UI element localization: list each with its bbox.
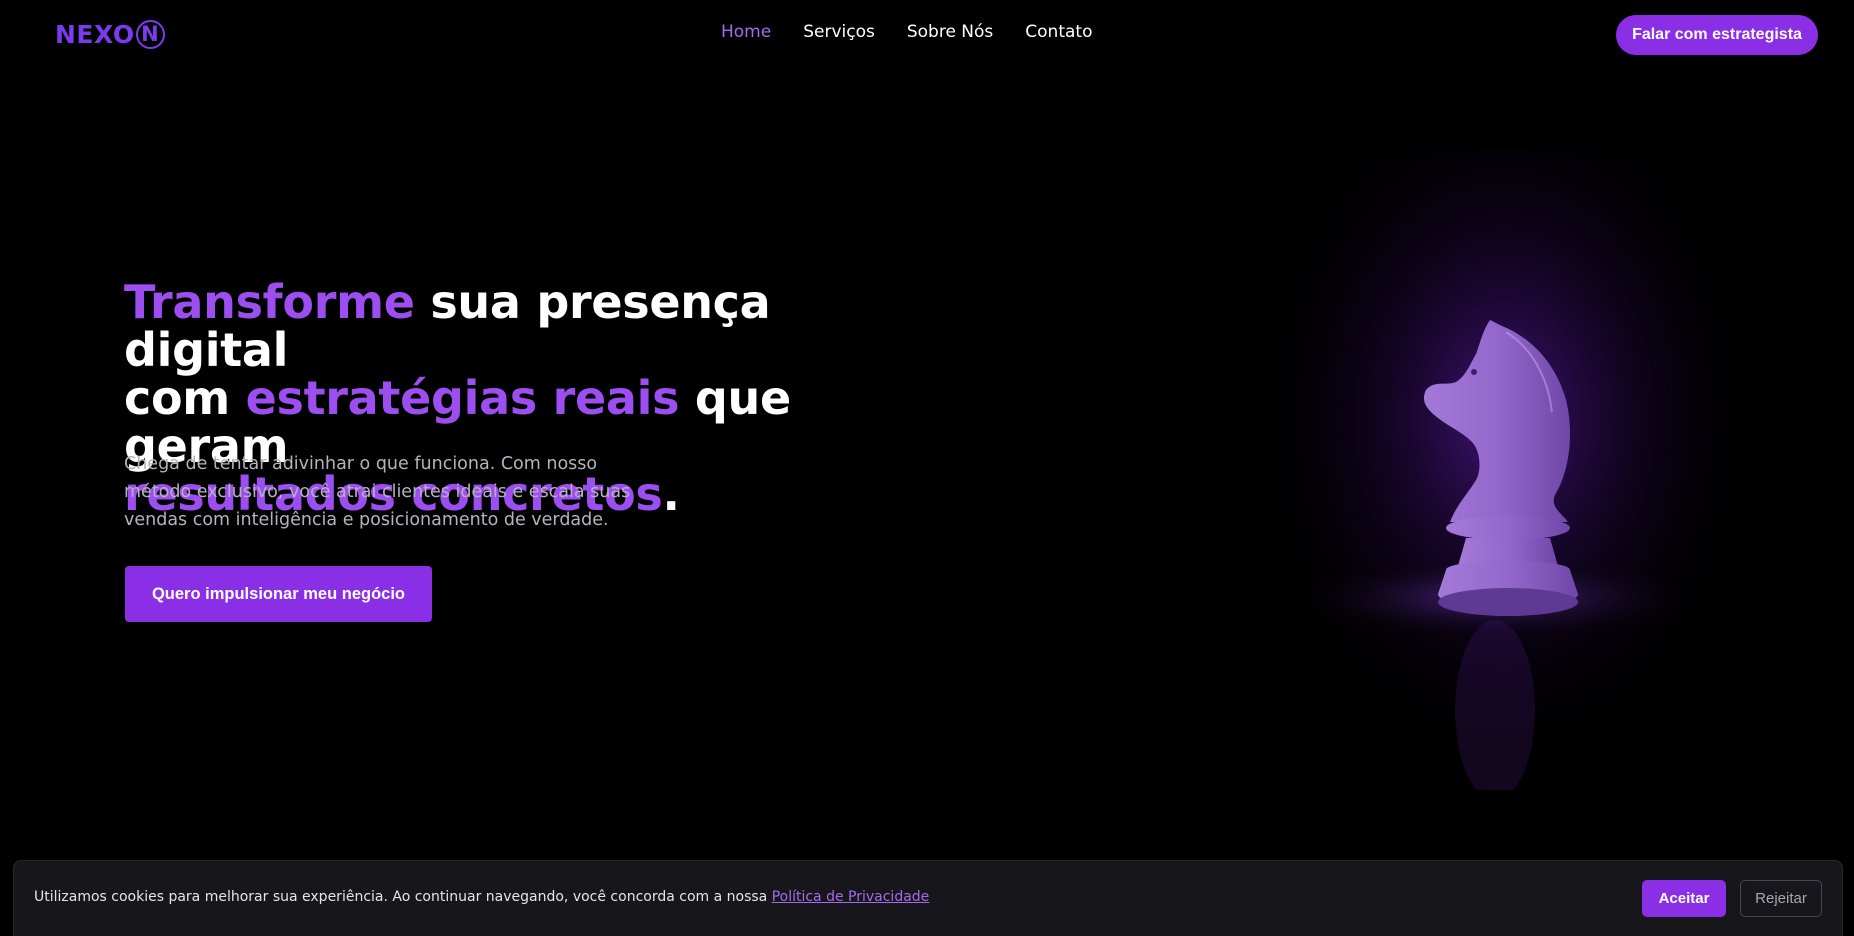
nav-servicos[interactable]: Serviços: [803, 22, 875, 42]
cookie-text: Utilizamos cookies para melhorar sua exp…: [34, 889, 772, 905]
hero-title-highlight: estratégias reais: [245, 371, 680, 425]
cookie-message: Utilizamos cookies para melhorar sua exp…: [34, 889, 929, 905]
logo[interactable]: NEXO N: [55, 16, 165, 52]
boost-business-button[interactable]: Quero impulsionar meu negócio: [125, 566, 432, 622]
chess-knight-icon: [1270, 150, 1740, 790]
talk-to-strategist-button[interactable]: Falar com estrategista: [1616, 15, 1818, 55]
hero-title-text: com: [124, 371, 246, 425]
nav-home[interactable]: Home: [721, 22, 771, 42]
logo-text: NEXO: [55, 19, 135, 49]
cookie-banner: Utilizamos cookies para melhorar sua exp…: [13, 860, 1843, 936]
hero-title-highlight: Transforme: [124, 275, 415, 329]
nav-sobre-nos[interactable]: Sobre Nós: [907, 22, 993, 42]
site-header: NEXO N Home Serviços Sobre Nós Contato Fa…: [0, 0, 1854, 70]
privacy-policy-link[interactable]: Política de Privacidade: [772, 889, 930, 905]
logo-ring-letter: N: [135, 19, 165, 49]
hero-title-period: .: [662, 467, 680, 521]
reject-cookies-button[interactable]: Rejeitar: [1740, 880, 1822, 917]
main-nav: Home Serviços Sobre Nós Contato: [721, 22, 1092, 42]
nav-contato[interactable]: Contato: [1025, 22, 1092, 42]
hero-subtitle: Chega de tentar adivinhar o que funciona…: [124, 454, 631, 530]
accept-cookies-button[interactable]: Aceitar: [1642, 880, 1726, 917]
